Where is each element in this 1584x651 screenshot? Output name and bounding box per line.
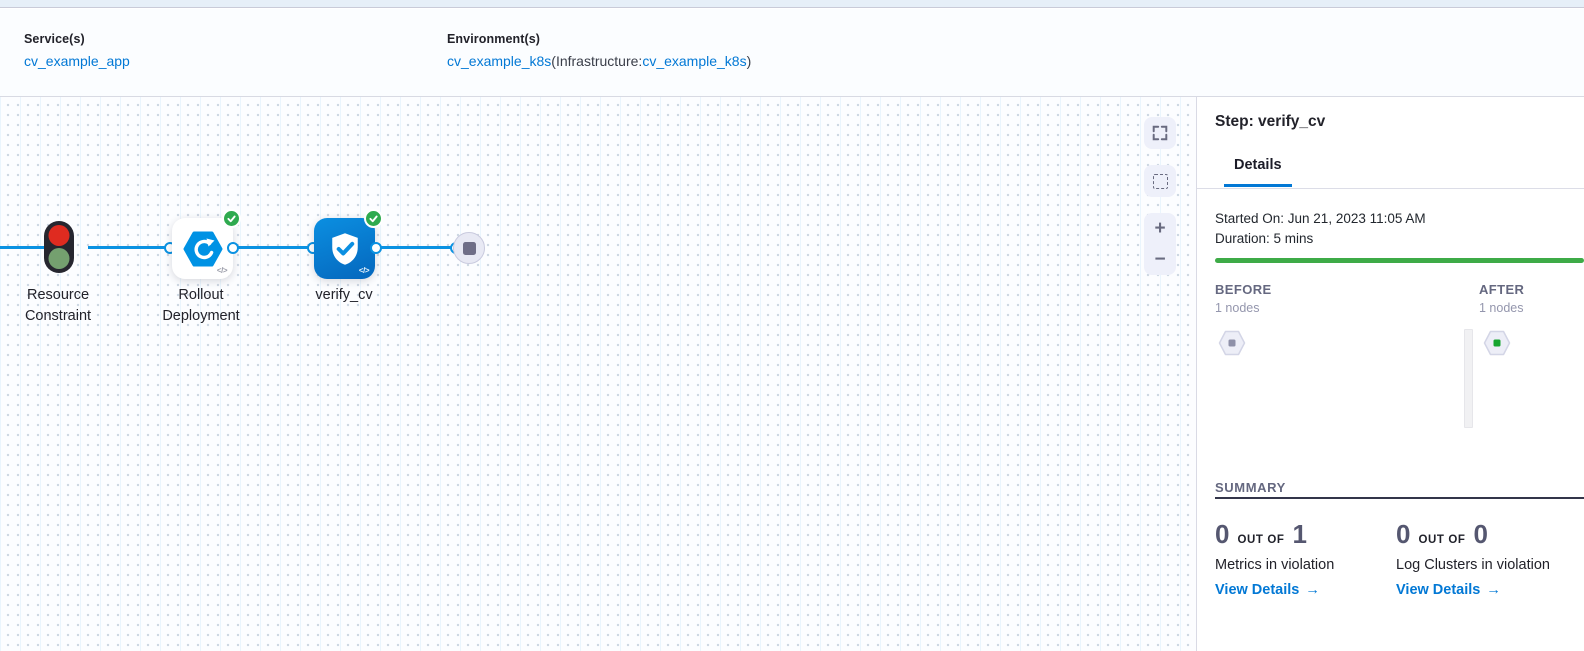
summary-divider [1215,497,1584,499]
metrics-total-count: 1 [1293,519,1307,550]
view-details-label: View Details [1396,582,1480,598]
before-section: BEFORE 1 nodes [1215,282,1272,315]
duration-text: Duration: 5 mins [1215,229,1426,249]
environment-label: Environment(s) [447,32,751,46]
k8s-rollout-icon [183,231,223,267]
node-stage-end[interactable] [453,232,485,264]
top-accent-strip [0,0,1584,8]
before-node-count: 1 nodes [1215,301,1272,315]
expand-corners-icon [1151,124,1169,142]
service-field: Service(s) cv_example_app [24,32,130,69]
node-verify-cv[interactable]: </> [314,218,375,279]
metrics-summary: 0 OUT OF 1 Metrics in violation View Det… [1215,519,1334,598]
zoom-in-button[interactable]: + [1154,219,1165,238]
node-label-verify-cv: verify_cv [288,285,400,306]
infrastructure-prefix: (Infrastructure: [551,53,642,69]
service-label: Service(s) [24,32,130,46]
after-section: AFTER 1 nodes [1479,282,1524,315]
arrow-right-icon: → [1486,582,1501,598]
edge-verify-to-end [377,246,458,249]
pipeline-canvas[interactable]: </> </> Resource Constraint Rollout Depl… [0,96,1196,651]
node-resource-constraint[interactable] [44,221,74,273]
verify-shield-icon [327,231,363,267]
node-label-rollout: Rollout Deployment [145,285,257,327]
hexagon-node-icon [1483,330,1511,356]
arrow-right-icon: → [1305,582,1320,598]
after-list-scrollbar[interactable] [1464,329,1473,428]
after-node-hexagon[interactable] [1483,330,1511,361]
code-template-icon: </> [359,266,369,275]
node-rollout-deployment[interactable]: </> [172,218,233,279]
logs-caption: Log Clusters in violation [1396,557,1550,573]
zoom-out-button[interactable]: − [1154,250,1165,269]
tab-details[interactable]: Details [1224,157,1292,187]
summary-heading: SUMMARY [1215,480,1286,495]
environment-field: Environment(s) cv_example_k8s(Infrastruc… [447,32,751,69]
edge-constraint-to-rollout [88,246,172,249]
execution-header: Service(s) cv_example_app Environment(s)… [0,9,1584,96]
execution-view: Service(s) cv_example_app Environment(s)… [0,0,1584,651]
marquee-select-button[interactable] [1144,165,1176,197]
stop-square-icon [463,242,476,255]
view-details-label: View Details [1215,582,1299,598]
step-meta: Started On: Jun 21, 2023 11:05 AM Durati… [1215,209,1426,249]
logs-out-of-label: OUT OF [1418,534,1465,546]
after-node-count: 1 nodes [1479,301,1524,315]
logs-current-count: 0 [1396,519,1410,550]
metrics-view-details-link[interactable]: View Details → [1215,582,1334,598]
started-on-text: Started On: Jun 21, 2023 11:05 AM [1215,209,1426,229]
node-label-resource-constraint: Resource Constraint [2,285,114,327]
zoom-to-fit-button[interactable] [1144,117,1176,149]
metrics-out-of-label: OUT OF [1237,534,1284,546]
traffic-light-red-icon [49,225,70,246]
dashed-square-icon [1153,174,1168,189]
traffic-light-green-icon [49,248,70,269]
success-badge-icon [222,209,241,228]
environment-link[interactable]: cv_example_k8s [447,53,551,69]
panel-title: Step: verify_cv [1215,113,1325,131]
logs-summary: 0 OUT OF 0 Log Clusters in violation Vie… [1396,519,1550,598]
metrics-current-count: 0 [1215,519,1229,550]
connector-verify-out [370,242,382,254]
success-badge-icon [364,209,383,228]
logs-view-details-link[interactable]: View Details → [1396,582,1550,598]
hexagon-node-icon [1218,330,1246,356]
before-node-hexagon[interactable] [1218,330,1246,361]
infrastructure-suffix: ) [747,53,752,69]
service-link[interactable]: cv_example_app [24,53,130,69]
verification-progress-bar [1215,258,1584,263]
after-heading: AFTER [1479,282,1524,297]
zoom-control-group: + − [1144,213,1176,275]
edge-start [0,246,46,249]
edge-rollout-to-verify [234,246,315,249]
step-details-panel: Step: verify_cv Details Started On: Jun … [1196,96,1584,651]
code-template-icon: </> [217,266,227,275]
before-heading: BEFORE [1215,282,1272,297]
logs-total-count: 0 [1474,519,1488,550]
panel-tabs: Details [1197,153,1584,189]
infrastructure-link[interactable]: cv_example_k8s [642,53,746,69]
metrics-caption: Metrics in violation [1215,557,1334,573]
connector-rollout-out [227,242,239,254]
